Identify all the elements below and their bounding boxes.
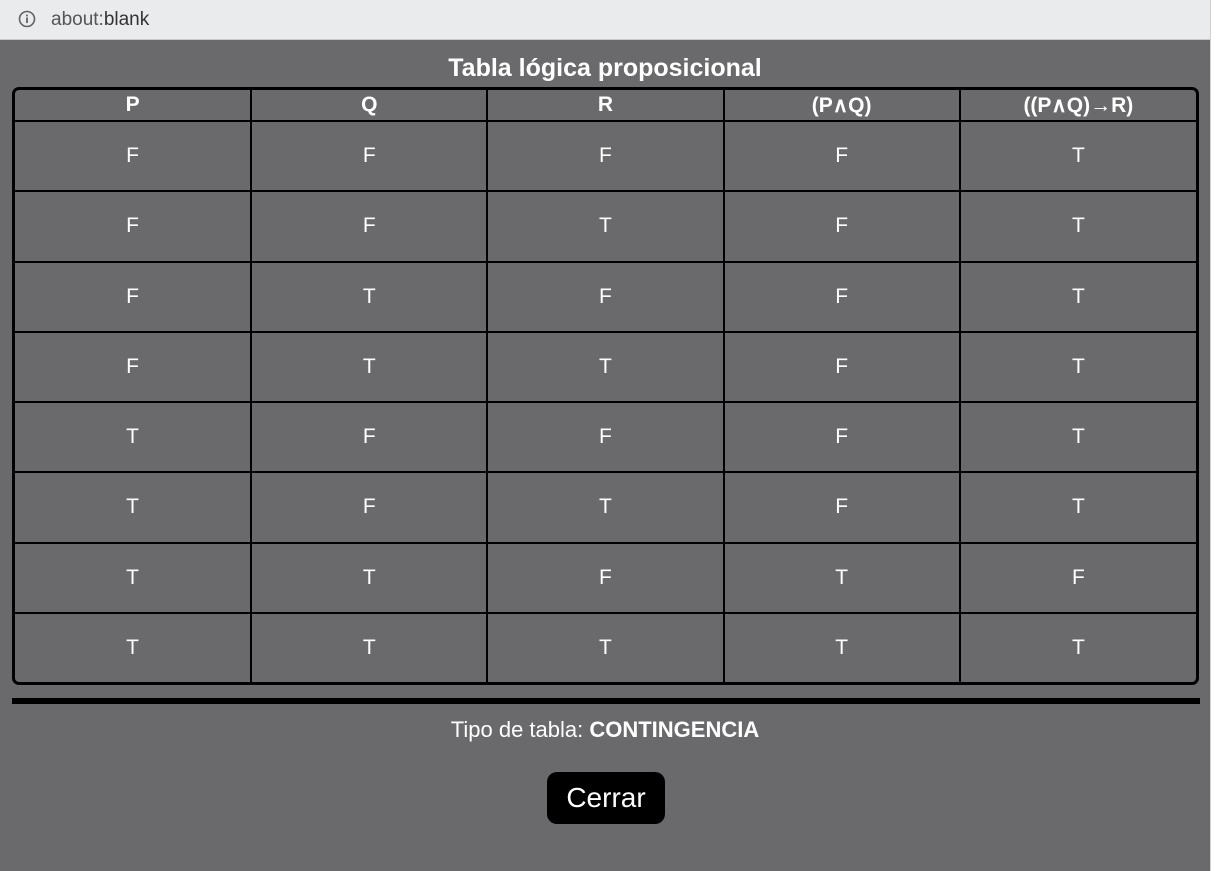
column-header-q: Q: [250, 90, 489, 122]
table-row: T F T F T: [15, 471, 1196, 544]
table-row: F F T F T: [15, 190, 1196, 263]
table-cell: T: [486, 330, 725, 404]
table-row: F F F F T: [15, 119, 1196, 193]
table-cell: F: [722, 471, 961, 544]
table-cell: T: [250, 330, 489, 404]
table-cell: T: [486, 471, 725, 544]
table-cell: F: [15, 119, 253, 193]
table-cell: T: [958, 260, 1196, 333]
table-cell: T: [15, 611, 253, 682]
truth-table: P Q R (P∧Q) ((P∧Q)→R) F F F F T F F T F …: [15, 90, 1196, 682]
table-type-value: CONTINGENCIA: [589, 717, 760, 742]
table-cell: F: [486, 260, 725, 333]
table-row: T F F F T: [15, 400, 1196, 474]
table-cell: F: [486, 400, 725, 474]
table-cell: T: [15, 541, 253, 614]
table-cell: F: [958, 541, 1196, 614]
table-cell: T: [722, 541, 961, 614]
table-cell: T: [958, 119, 1196, 193]
table-cell: T: [958, 190, 1196, 263]
close-button[interactable]: Cerrar: [547, 772, 665, 824]
table-cell: F: [722, 330, 961, 404]
url-path: blank: [103, 9, 150, 30]
table-cell: T: [958, 330, 1196, 404]
column-header-implication: ((P∧Q)→R): [958, 90, 1196, 122]
table-cell: T: [15, 400, 253, 474]
page-title: Tabla lógica proposicional: [448, 54, 762, 82]
table-header-row: P Q R (P∧Q) ((P∧Q)→R): [15, 90, 1196, 122]
table-type-text: Tipo de tabla: CONTINGENCIA: [0, 717, 1210, 743]
table-cell: F: [15, 190, 253, 263]
table-cell: T: [958, 471, 1196, 544]
table-cell: F: [722, 119, 961, 193]
table-cell: F: [250, 400, 489, 474]
url-scheme: about:: [51, 9, 104, 30]
table-cell: F: [486, 119, 725, 193]
table-row: T T F T F: [15, 541, 1196, 614]
browser-address-bar[interactable]: about:blank: [0, 0, 1210, 40]
table-cell: F: [250, 119, 489, 193]
table-cell: T: [250, 260, 489, 333]
url-text[interactable]: about:blank: [51, 9, 149, 31]
table-cell: F: [15, 260, 253, 333]
table-cell: T: [250, 541, 489, 614]
table-row: F T F F T: [15, 260, 1196, 333]
table-cell: T: [486, 190, 725, 263]
table-row: F T T F T: [15, 330, 1196, 404]
column-header-p-and-q: (P∧Q): [722, 90, 961, 122]
table-cell: T: [958, 400, 1196, 474]
table-row: T T T T T: [15, 611, 1196, 682]
page-content: Tabla lógica proposicional P Q R (P∧Q) (…: [0, 40, 1210, 871]
table-cell: F: [486, 541, 725, 614]
table-cell: F: [250, 471, 489, 544]
table-cell: F: [722, 190, 961, 263]
table-cell: T: [722, 611, 961, 682]
column-header-r: R: [486, 90, 725, 122]
divider: [12, 698, 1200, 704]
table-type-label: Tipo de tabla:: [450, 717, 590, 742]
table-cell: T: [250, 611, 489, 682]
info-icon[interactable]: [18, 10, 36, 28]
truth-table-container: P Q R (P∧Q) ((P∧Q)→R) F F F F T F F T F …: [12, 87, 1199, 685]
window-edge: [1210, 0, 1223, 871]
table-cell: T: [15, 471, 253, 544]
table-cell: F: [250, 190, 489, 263]
table-cell: T: [486, 611, 725, 682]
table-cell: F: [722, 400, 961, 474]
table-cell: F: [15, 330, 253, 404]
table-cell: T: [958, 611, 1196, 682]
table-body: F F F F T F F T F T F T F F T F T T F T …: [15, 119, 1196, 682]
table-cell: F: [722, 260, 961, 333]
column-header-p: P: [15, 90, 253, 122]
